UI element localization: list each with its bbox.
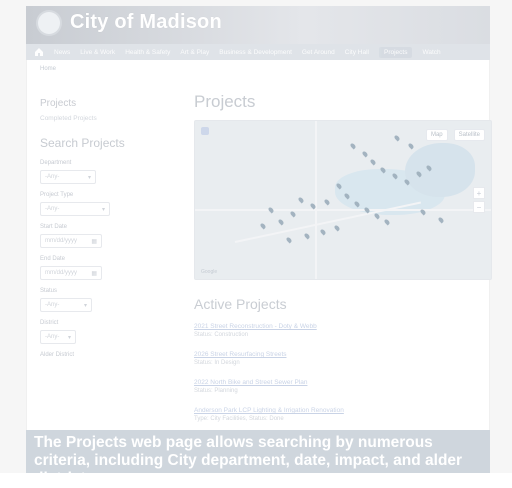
caption-banner: The Projects web page allows searching b… — [26, 430, 490, 487]
map-pin[interactable] — [285, 236, 293, 244]
sidebar-title: Projects — [40, 98, 77, 109]
page-title: Projects — [194, 92, 256, 111]
nav-item-live-work[interactable]: Live & Work — [80, 49, 115, 56]
sidebar: Projects Completed Projects Search Proje… — [40, 98, 170, 362]
calendar-icon: ▦ — [91, 270, 97, 277]
project-item[interactable]: Anderson Park LCP Lighting & Irrigation … — [194, 406, 490, 424]
map-pin[interactable] — [323, 198, 331, 206]
map-pin[interactable] — [277, 218, 285, 226]
end-date-input[interactable]: mm/dd/yyyy ▦ — [40, 266, 102, 280]
map-pin[interactable] — [369, 158, 377, 166]
project-link[interactable]: 2022 North Bike and Street Sewer Plan — [194, 378, 490, 387]
nav-item-get-around[interactable]: Get Around — [302, 49, 335, 56]
map-pin[interactable] — [393, 134, 401, 142]
city-seal-icon — [38, 11, 60, 34]
start-date-input[interactable]: mm/dd/yyyy ▦ — [40, 234, 102, 248]
project-item[interactable]: 2026 Street Resurfacing Streets Status: … — [194, 350, 490, 368]
nav-item-business-development[interactable]: Business & Development — [219, 49, 292, 56]
chevron-down-icon: ▾ — [67, 334, 71, 341]
map-pin[interactable] — [383, 218, 391, 226]
calendar-icon: ▦ — [91, 238, 97, 245]
nav-item-projects[interactable]: Projects — [378, 46, 413, 58]
page: City of Madison News Live & Work Health … — [0, 0, 512, 487]
nav-item-watch[interactable]: Watch — [422, 49, 440, 56]
primary-nav: News Live & Work Health & Safety Art & P… — [26, 44, 490, 60]
project-type-select-value: -Any- — [45, 206, 60, 212]
nav-item-health-safety[interactable]: Health & Safety — [125, 49, 170, 56]
breadcrumb[interactable]: Home — [40, 66, 56, 72]
active-projects-heading: Active Projects — [194, 296, 287, 312]
chevron-down-icon: ▾ — [83, 302, 87, 309]
project-link[interactable]: Anderson Park LCP Lighting & Irrigation … — [194, 406, 490, 415]
zoom-in-button[interactable]: + — [473, 187, 485, 199]
zoom-out-button[interactable]: − — [473, 201, 485, 213]
map-pin[interactable] — [333, 224, 341, 232]
start-date-label: Start Date — [40, 224, 68, 230]
chevron-down-icon: ▾ — [101, 206, 105, 213]
project-status: Status: Planning — [194, 388, 238, 394]
end-date-label: End Date — [40, 256, 66, 262]
project-status: Status: Construction — [194, 332, 249, 338]
map-type-map[interactable]: Map — [425, 129, 448, 141]
start-date-value: mm/dd/yyyy — [45, 238, 78, 244]
map-pin[interactable] — [267, 206, 275, 214]
district-select[interactable]: -Any- ▾ — [40, 330, 76, 344]
map-pin[interactable] — [319, 228, 327, 236]
map-pin[interactable] — [349, 142, 357, 150]
department-select-value: -Any- — [45, 174, 60, 180]
map-attribution: Google — [201, 269, 218, 275]
browser-viewport: City of Madison News Live & Work Health … — [26, 6, 492, 438]
nav-item-city-hall[interactable]: City Hall — [345, 49, 369, 56]
project-link[interactable]: 2026 Street Resurfacing Streets — [194, 350, 490, 359]
site-brand[interactable]: City of Madison — [70, 11, 222, 34]
map-pin[interactable] — [297, 196, 305, 204]
chevron-down-icon: ▾ — [87, 174, 91, 181]
project-type-label: Project Type — [40, 192, 74, 198]
map-type-control[interactable]: Map Satellite — [425, 129, 485, 141]
home-icon[interactable] — [34, 47, 44, 57]
district-select-value: -Any- — [45, 334, 60, 340]
completed-projects-link[interactable]: Completed Projects — [40, 115, 170, 122]
site-header: City of Madison — [26, 6, 490, 44]
main-content: Projects Map Satellite + − Google Active… — [194, 92, 492, 434]
status-label: Status — [40, 288, 58, 294]
district-label: District — [40, 320, 59, 326]
projects-map[interactable]: Map Satellite + − Google — [194, 120, 492, 280]
alder-district-label: Alder District — [40, 352, 75, 358]
end-date-value: mm/dd/yyyy — [45, 270, 78, 276]
department-select[interactable]: -Any- ▾ — [40, 170, 96, 184]
project-status: Type: City Facilities, Status: Done — [194, 416, 284, 422]
lake-area — [405, 143, 475, 197]
search-projects-heading: Search Projects — [40, 136, 125, 150]
project-item[interactable]: 2021 Street Reconstruction - Doty & Webb… — [194, 322, 490, 340]
map-pin[interactable] — [407, 142, 415, 150]
nav-item-art-play[interactable]: Art & Play — [180, 49, 209, 56]
status-select-value: -Any- — [45, 302, 60, 308]
map-pin[interactable] — [437, 216, 445, 224]
site-logo-area[interactable]: City of Madison — [38, 11, 222, 34]
project-link[interactable]: 2021 Street Reconstruction - Doty & Webb — [194, 322, 490, 331]
map-pin[interactable] — [259, 222, 267, 230]
map-road — [195, 209, 491, 211]
map-pin[interactable] — [303, 232, 311, 240]
project-status: Status: In Design — [194, 360, 240, 366]
fullscreen-icon[interactable] — [201, 127, 209, 135]
map-type-satellite[interactable]: Satellite — [453, 129, 485, 141]
status-select[interactable]: -Any- ▾ — [40, 298, 92, 312]
map-pin[interactable] — [289, 210, 297, 218]
nav-item-news[interactable]: News — [54, 49, 70, 56]
map-road — [315, 121, 317, 279]
department-label: Department — [40, 160, 72, 166]
map-pin[interactable] — [361, 150, 369, 158]
map-zoom-controls[interactable]: + − — [473, 187, 485, 213]
project-type-select[interactable]: -Any- ▾ — [40, 202, 110, 216]
project-item[interactable]: 2022 North Bike and Street Sewer Plan St… — [194, 378, 490, 396]
